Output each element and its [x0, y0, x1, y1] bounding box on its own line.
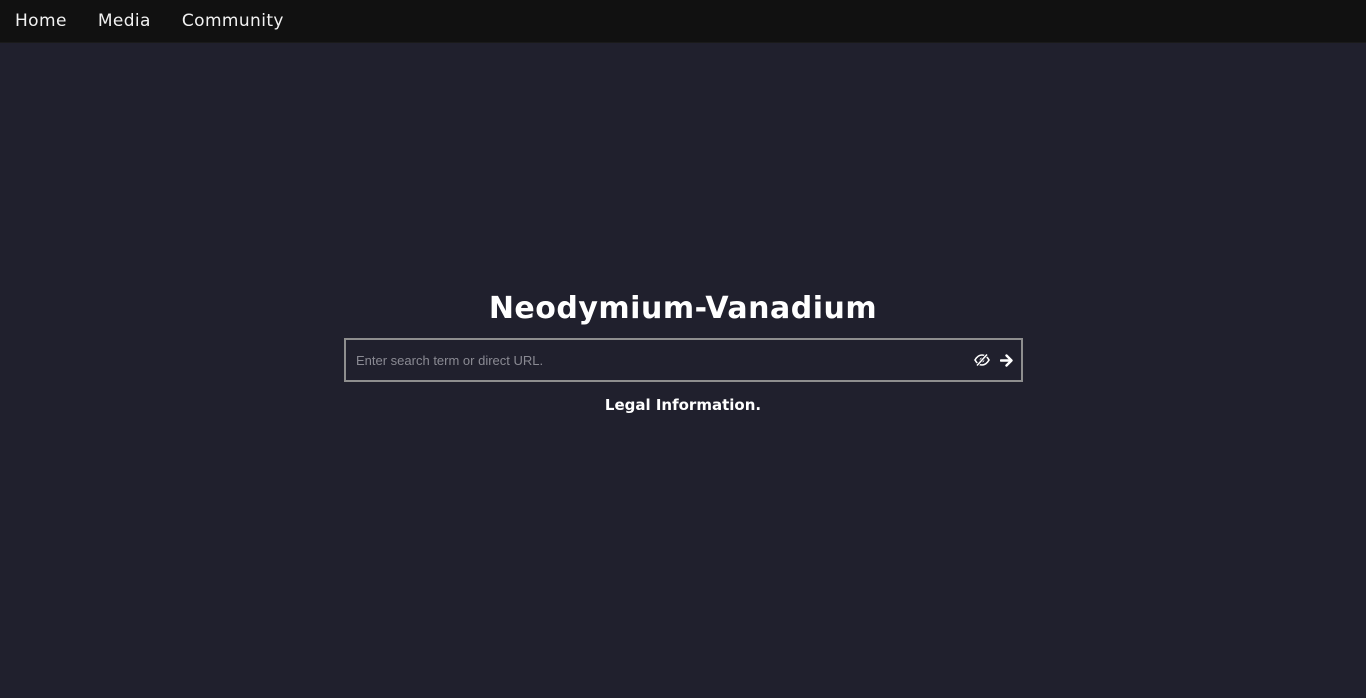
nav-link-community[interactable]: Community: [182, 0, 284, 43]
nav-link-media[interactable]: Media: [98, 0, 151, 43]
nav-link-home[interactable]: Home: [15, 0, 67, 43]
main-content: Neodymium-Vanadium Legal Information.: [0, 43, 1366, 698]
search-input[interactable]: [346, 339, 970, 381]
site-title: Neodymium-Vanadium: [488, 291, 878, 326]
legal-information-link[interactable]: Legal Information.: [0, 396, 1366, 414]
arrow-right-icon[interactable]: [994, 348, 1018, 372]
eye-slash-icon[interactable]: [970, 348, 994, 372]
top-navbar: Home Media Community: [0, 0, 1366, 43]
search-bar: [344, 338, 1023, 382]
